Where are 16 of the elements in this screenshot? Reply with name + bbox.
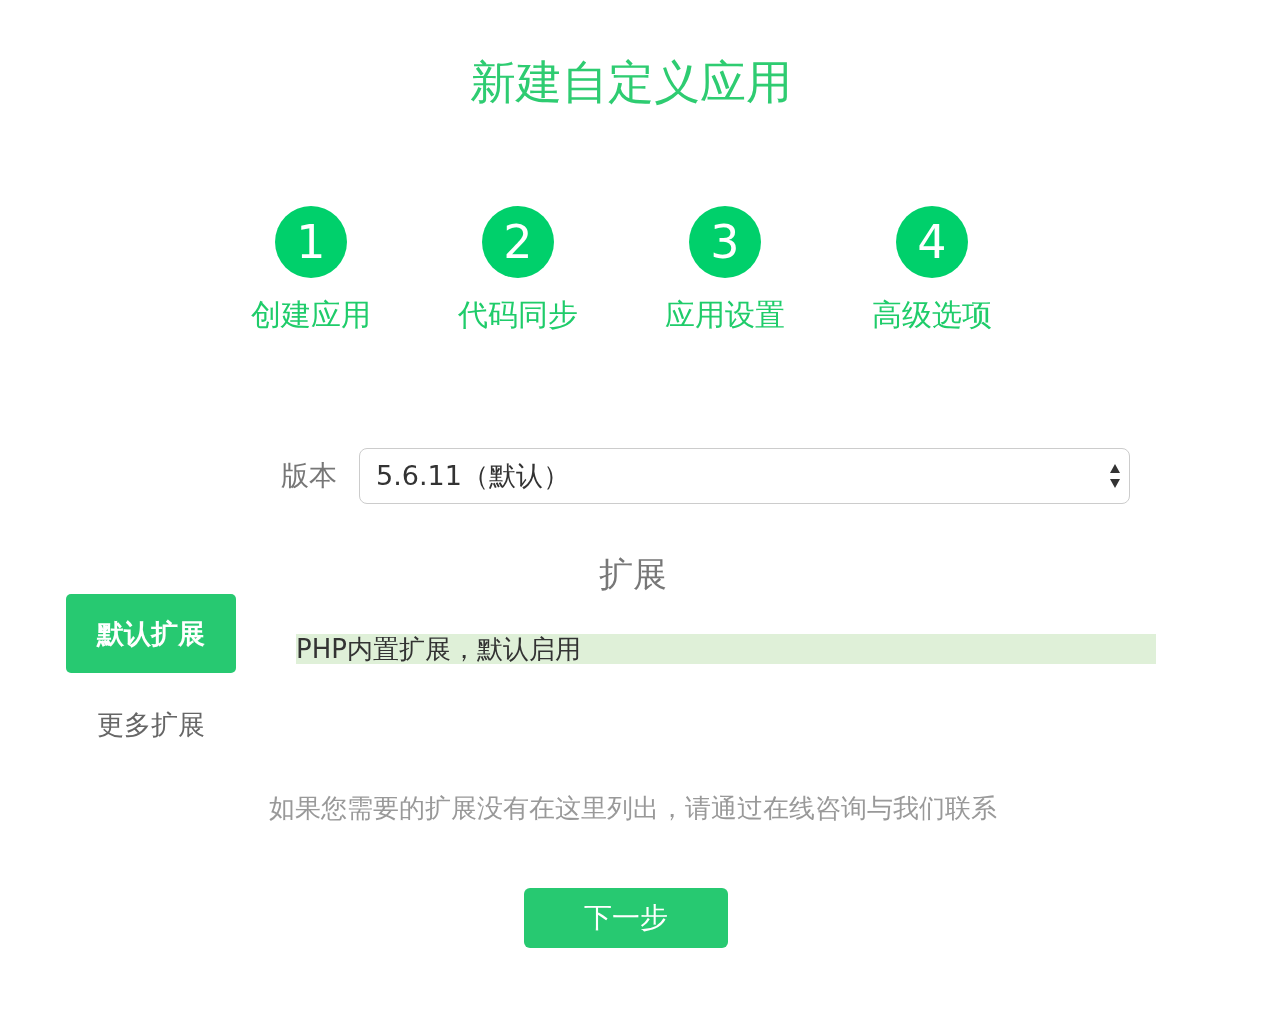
page-title: 新建自定义应用 — [470, 54, 792, 111]
step-label: 代码同步 — [458, 296, 578, 334]
step-number: 1 — [275, 206, 347, 278]
step-number: 2 — [482, 206, 554, 278]
extensions-heading: 扩展 — [599, 553, 667, 596]
step-label: 高级选项 — [872, 296, 992, 334]
extension-item: PHP内置扩展，默认启用 — [296, 634, 1156, 664]
sort-arrows-icon — [1109, 463, 1121, 489]
version-select[interactable]: 5.6.11（默认） — [359, 448, 1130, 504]
extension-tab[interactable]: 更多扩展 — [66, 685, 236, 764]
version-label: 版本 — [281, 458, 338, 494]
step-number: 3 — [689, 206, 761, 278]
help-note: 如果您需要的扩展没有在这里列出，请通过在线咨询与我们联系 — [269, 792, 997, 825]
step-number: 4 — [896, 206, 968, 278]
step-label: 应用设置 — [665, 296, 785, 334]
step-label: 创建应用 — [251, 296, 371, 334]
